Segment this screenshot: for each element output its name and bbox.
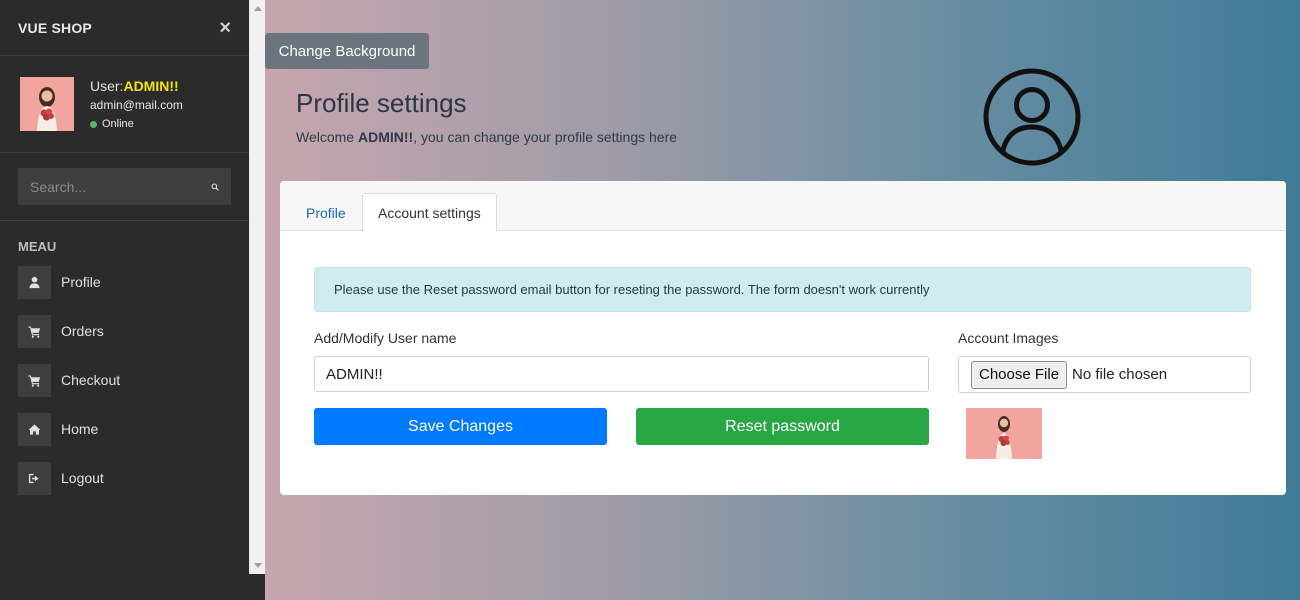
online-dot-icon	[90, 120, 97, 128]
sidebar: VUE SHOP × User:ADMIN!! admin@mail.com O…	[0, 0, 249, 600]
page-title: Profile settings	[296, 88, 467, 118]
user-email: admin@mail.com	[90, 98, 183, 112]
sidebar-item-orders[interactable]: Orders	[18, 313, 231, 349]
brand-title: VUE SHOP	[18, 19, 92, 36]
user-line: User:ADMIN!!	[90, 78, 183, 94]
scrollbar[interactable]	[249, 0, 265, 574]
sidebar-item-label: Logout	[61, 470, 104, 486]
info-alert: Please use the Reset password email butt…	[314, 267, 1251, 312]
save-changes-button[interactable]: Save Changes	[314, 408, 607, 445]
sidebar-corner	[249, 574, 265, 600]
welcome-text: Welcome ADMIN!!, you can change your pro…	[296, 129, 677, 145]
sidebar-item-label: Home	[61, 421, 99, 437]
welcome-prefix: Welcome	[296, 129, 358, 145]
sidebar-item-logout[interactable]: Logout	[18, 460, 231, 496]
menu-title: MEAU	[18, 239, 57, 254]
avatar-image	[20, 77, 74, 131]
scroll-up-icon[interactable]	[254, 6, 262, 11]
sidebar-item-profile[interactable]: Profile	[18, 264, 231, 300]
sidebar-item-label: Orders	[61, 323, 104, 339]
account-images-label: Account Images	[958, 330, 1059, 346]
status-label: Online	[102, 118, 134, 130]
file-status: No file chosen	[1072, 366, 1168, 383]
file-input[interactable]: Choose File No file chosen	[958, 356, 1251, 393]
username-label: Add/Modify User name	[314, 330, 457, 346]
close-icon[interactable]: ×	[219, 18, 231, 38]
user-info: User:ADMIN!! admin@mail.com Online	[90, 78, 183, 130]
main-content: Change Background Profile settings Welco…	[265, 0, 1300, 600]
choose-file-button[interactable]: Choose File	[971, 360, 1068, 389]
avatar	[20, 77, 74, 131]
welcome-username: ADMIN!!	[357, 129, 414, 145]
welcome-suffix: , you can change your profile settings h…	[413, 129, 678, 145]
settings-card: Profile Account settings Please use the …	[280, 181, 1286, 495]
sidebar-header: VUE SHOP ×	[0, 0, 249, 56]
username-input[interactable]	[314, 356, 929, 392]
scroll-down-icon[interactable]	[254, 563, 262, 568]
user-prefix: User:	[90, 78, 124, 94]
account-image	[966, 408, 1042, 459]
sidebar-search	[0, 153, 249, 221]
profile-avatar-icon	[983, 68, 1081, 166]
sidebar-item-label: Profile	[61, 274, 101, 290]
search-box	[18, 168, 231, 205]
logout-icon	[18, 461, 51, 495]
change-background-button[interactable]: Change Background	[265, 33, 429, 69]
search-input[interactable]	[30, 178, 211, 195]
tab-profile[interactable]: Profile	[291, 193, 361, 232]
user-name: ADMIN!!	[123, 78, 179, 94]
sidebar-item-home[interactable]: Home	[18, 411, 231, 447]
sidebar-item-label: Checkout	[61, 372, 121, 388]
tab-bar: Profile Account settings	[280, 181, 1286, 232]
user-status: Online	[90, 118, 183, 130]
cart-icon	[18, 314, 51, 348]
sidebar-item-checkout[interactable]: Checkout	[18, 362, 231, 398]
home-icon	[18, 412, 51, 446]
cart-icon	[18, 363, 51, 397]
tab-account-settings[interactable]: Account settings	[362, 193, 497, 232]
user-icon	[18, 265, 51, 299]
search-icon[interactable]	[211, 178, 219, 196]
reset-password-button[interactable]: Reset password	[636, 408, 929, 445]
account-image-thumbnail	[966, 408, 1042, 459]
user-panel: User:ADMIN!! admin@mail.com Online	[0, 56, 249, 153]
